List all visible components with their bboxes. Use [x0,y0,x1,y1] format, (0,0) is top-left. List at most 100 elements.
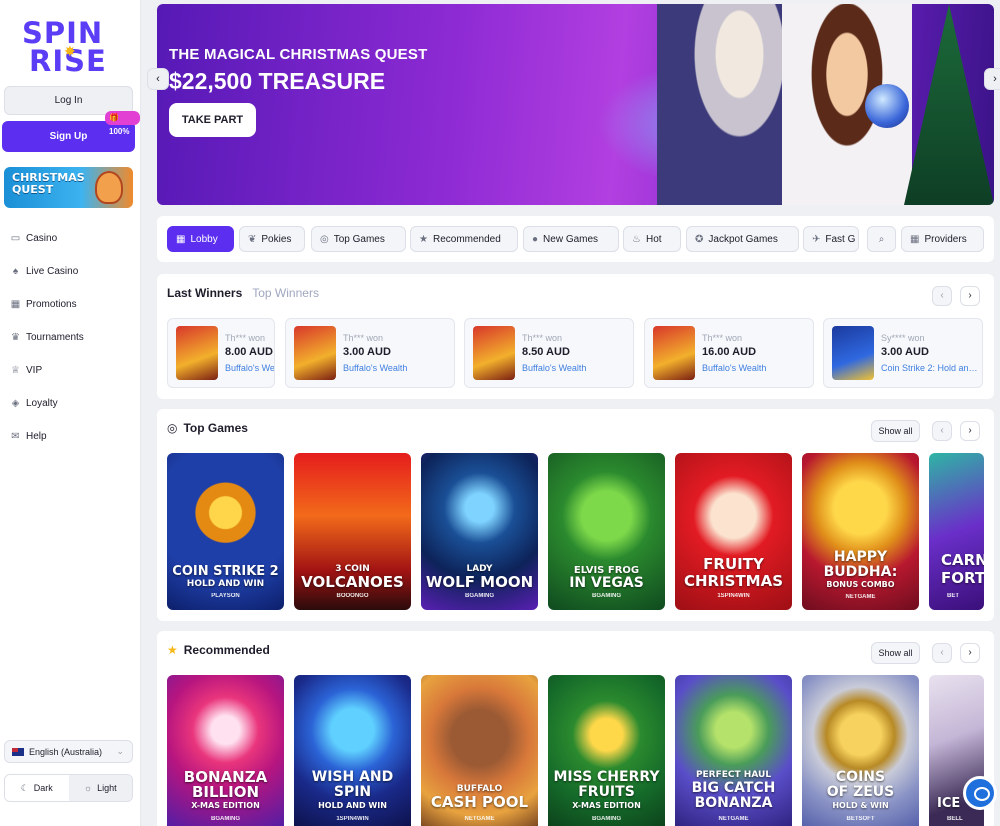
winners-next-arrow-icon[interactable]: › [960,286,980,306]
nav-item-promotions[interactable]: ▦ Promotions [0,288,140,321]
theme-light-button[interactable]: ☼ Light [68,775,132,801]
theme-dark-label: Dark [33,783,53,793]
tab-top-games[interactable]: ◎ Top Games [311,226,406,252]
tab-fast-games[interactable]: ✈ Fast G [803,226,859,252]
tab-hot[interactable]: ♨ Hot [623,226,681,252]
nav-item-tournaments[interactable]: ♛ Tournaments [0,321,140,354]
recommended-show-all-button[interactable]: Show all [871,642,920,664]
recommended-prev-arrow-icon[interactable]: ‹ [932,643,952,663]
game-card[interactable]: 3 COIN VOLCANOES BOOONGO [294,453,411,610]
winner-card[interactable]: Sy**** won 3.00 AUD Coin Strike 2: Hold … [823,318,983,388]
medal-icon: ◎ [167,421,178,435]
game-provider: BET [947,593,959,599]
tab-new-games[interactable]: ● New Games [523,226,619,252]
game-card[interactable]: PERFECT HAUL BIG CATCH BONANZA NETGAME [675,675,792,826]
winners-prev-arrow-icon[interactable]: ‹ [932,286,952,306]
winners-panel: Last Winners Top Winners ‹ › Th*** won 8… [157,274,994,399]
game-provider: 1SPIN4WIN [717,593,750,599]
game-title-line: FRUITY [703,555,764,573]
tab-jackpot-games[interactable]: ✪ Jackpot Games [686,226,799,252]
nav-label: Casino [26,233,58,244]
game-title-line: WISH AND [311,769,394,785]
game-provider: BGAMING [592,593,621,599]
game-card[interactable]: BUFFALO CASH POOL NETGAME [421,675,538,826]
winner-card[interactable]: Th*** won 16.00 AUD Buffalo's Wealth [644,318,814,388]
nav-item-live-casino[interactable]: ♠ Live Casino [0,255,140,288]
winner-user: Th*** won [522,333,563,343]
top-games-prev-arrow-icon[interactable]: ‹ [932,421,952,441]
search-button[interactable]: ⌕ [867,226,896,252]
hero-next-arrow-icon[interactable]: › [984,68,1000,90]
language-select[interactable]: English (Australia) ⌄ [4,740,133,763]
top-games-show-all-button[interactable]: Show all [871,420,920,442]
christmas-tree-illustration [904,4,994,205]
game-card[interactable]: WISH AND SPIN HOLD AND WIN 1SPIN4WIN [294,675,411,826]
nav-label: Promotions [26,299,77,310]
winner-amount: 3.00 AUD [343,346,391,358]
tab-lobby[interactable]: ▦ Lobby [167,226,234,252]
coin-strike-thumb [832,326,874,380]
hero-prev-arrow-icon[interactable]: ‹ [147,68,169,90]
game-title-line: COINS [835,769,886,785]
game-card[interactable]: LADY WOLF MOON BGAMING [421,453,538,610]
casino-icon: ▭ [10,233,21,244]
game-card[interactable]: MISS CHERRY FRUITS X-MAS EDITION BGAMING [548,675,665,826]
nav-item-loyalty[interactable]: ◈ Loyalty [0,387,140,420]
top-winners-tab[interactable]: Top Winners [252,286,319,300]
winner-amount: 3.00 AUD [881,346,929,358]
game-provider: BGAMING [211,816,240,822]
category-tabs: ▦ Lobby ❦ Pokies ◎ Top Games ★ Recommended ●… [157,216,994,262]
game-card[interactable]: FRUITY CHRISTMAS 1SPIN4WIN [675,453,792,610]
theme-dark-button[interactable]: ☾ Dark [5,775,69,801]
fire-icon: ♨ [632,233,641,245]
recommended-next-arrow-icon[interactable]: › [960,643,980,663]
game-provider: NETGAME [718,816,749,822]
nav-item-vip[interactable]: ♕ VIP [0,354,140,387]
game-title-line: X-MAS EDITION [572,801,641,810]
new-icon: ● [532,233,539,245]
last-winners-tab[interactable]: Last Winners [167,286,242,300]
live-chat-icon[interactable] [963,776,997,810]
buffalos-wealth-thumb [294,326,336,380]
chevron-down-icon: ⌄ [116,746,124,756]
winner-amount: 8.00 AUD [225,346,273,358]
game-title-line: BILLION [191,783,260,801]
bonus-badge: 🎁100% [105,111,140,136]
sidebar-nav: ▭ Casino ♠ Live Casino ▦ Promotions ♛ Tourna… [0,222,140,453]
nav-item-help[interactable]: ✉ Help [0,420,140,453]
game-card[interactable]: COINS OF ZEUS HOLD & WIN BETSOFT [802,675,919,826]
tab-pokies[interactable]: ❦ Pokies [239,226,305,252]
nav-label: VIP [26,365,43,376]
take-part-button[interactable]: TAKE PART [169,103,256,137]
tab-recommended[interactable]: ★ Recommended [410,226,518,252]
game-provider: NETGAME [464,816,495,822]
game-card[interactable]: CARN FORT BET [929,453,984,610]
game-provider: PLAYSON [211,593,240,599]
christmas-quest-banner[interactable]: CHRISTMAS QUEST [4,167,133,208]
game-card[interactable]: HAPPY BUDDHA: BONUS COMBO NETGAME [802,453,919,610]
game-provider: BOOONGO [336,593,369,599]
hero-title: $22,500 TREASURE [169,68,386,94]
nav-label: Live Casino [26,266,79,277]
tab-label: Top Games [333,233,385,245]
nav-label: Tournaments [26,332,84,343]
tab-providers[interactable]: ▦ Providers [901,226,984,252]
nav-item-casino[interactable]: ▭ Casino [0,222,140,255]
hero-banner[interactable]: THE MAGICAL CHRISTMAS QUEST $22,500 TREA… [157,4,994,205]
winner-card[interactable]: Th*** won 8.00 AUD Buffalo's Wealth [167,318,275,388]
game-title-line: CASH POOL [430,793,529,811]
buffalos-wealth-thumb [473,326,515,380]
game-card[interactable]: ELVIS FROG IN VEGAS BGAMING [548,453,665,610]
game-provider: NETGAME [845,594,876,600]
spinrise-logo[interactable]: SPIN RISE ✸ [20,16,120,78]
trophy-icon: ♛ [11,332,20,343]
game-title-line: BONUS COMBO [826,580,895,589]
main-content: THE MAGICAL CHRISTMAS QUEST $22,500 TREA… [141,0,1000,826]
game-card[interactable]: BONANZA BILLION X-MAS EDITION BGAMING [167,675,284,826]
gift-icon: ▦ [10,299,21,310]
game-provider: BELL [947,816,963,822]
winner-card[interactable]: Th*** won 3.00 AUD Buffalo's Wealth [285,318,455,388]
top-games-next-arrow-icon[interactable]: › [960,421,980,441]
game-card[interactable]: COIN STRIKE 2 HOLD AND WIN PLAYSON [167,453,284,610]
winner-card[interactable]: Th*** won 8.50 AUD Buffalo's Wealth [464,318,634,388]
